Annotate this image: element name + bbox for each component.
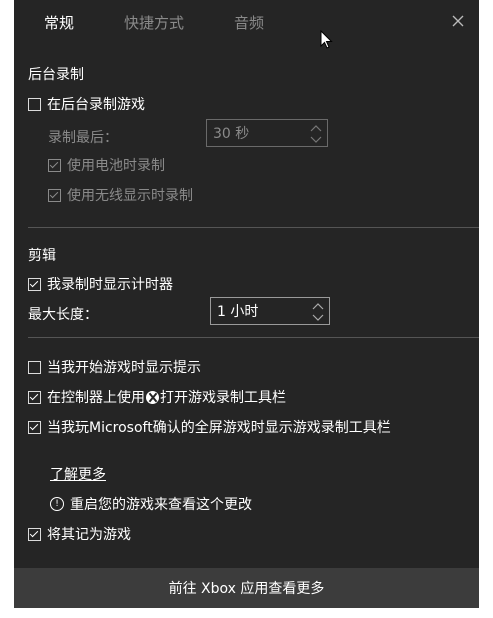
section-divider xyxy=(28,337,479,338)
checkbox[interactable] xyxy=(28,277,41,291)
show-timer-label: 我录制时显示计时器 xyxy=(47,277,173,293)
remember-as-game-option[interactable]: 将其记为游戏 xyxy=(28,524,131,544)
max-length-value: 1 小时 xyxy=(217,304,259,320)
restart-notice: ! 重启您的游戏来查看这个更改 xyxy=(50,494,252,514)
record-last-value: 30 秒 xyxy=(213,126,250,142)
tab-general[interactable]: 常规 xyxy=(44,12,74,33)
record-wireless-display-option: 使用无线显示时录制 xyxy=(48,185,193,205)
section-divider xyxy=(28,227,479,228)
tab-bar: 常规 快捷方式 音频 xyxy=(14,0,479,44)
tab-shortcuts[interactable]: 快捷方式 xyxy=(124,12,184,33)
controller-open-bar-label-pre: 在控制器上使用 xyxy=(47,390,145,406)
record-in-background-option[interactable]: 在后台录制游戏 xyxy=(28,94,145,114)
checkbox[interactable] xyxy=(28,97,41,111)
show-timer-option[interactable]: 我录制时显示计时器 xyxy=(28,274,173,294)
game-bar-settings-panel: 常规 快捷方式 音频 后台录制 在后台录制游戏 录制最后： 30 秒 使用电池时… xyxy=(14,0,479,608)
spinner-arrows-icon[interactable] xyxy=(311,300,325,324)
checkbox[interactable] xyxy=(28,527,41,541)
mouse-cursor-icon xyxy=(320,30,333,49)
fullscreen-bar-option[interactable]: 当我玩Microsoft确认的全屏游戏时显示游戏录制工具栏 xyxy=(28,417,391,437)
spinner-arrows-icon xyxy=(310,125,322,143)
record-last-label: 录制最后： xyxy=(48,130,118,146)
record-wireless-display-label: 使用无线显示时录制 xyxy=(67,188,193,204)
checkbox[interactable] xyxy=(28,390,41,404)
tab-audio[interactable]: 音频 xyxy=(234,12,264,33)
show-tips-label: 当我开始游戏时显示提示 xyxy=(47,360,201,376)
fullscreen-bar-label: 当我玩Microsoft确认的全屏游戏时显示游戏录制工具栏 xyxy=(47,420,391,436)
info-icon: ! xyxy=(50,497,64,511)
record-on-battery-option: 使用电池时录制 xyxy=(48,155,165,175)
checkbox xyxy=(48,158,61,172)
background-recording-heading: 后台录制 xyxy=(28,67,84,83)
open-xbox-app-button[interactable]: 前往 Xbox 应用查看更多 xyxy=(14,568,479,608)
show-tips-option[interactable]: 当我开始游戏时显示提示 xyxy=(28,357,201,377)
checkbox[interactable] xyxy=(28,420,41,434)
clips-heading: 剪辑 xyxy=(28,248,56,264)
max-length-label: 最大长度： xyxy=(28,307,98,323)
close-icon[interactable] xyxy=(449,12,467,30)
record-on-battery-label: 使用电池时录制 xyxy=(67,158,165,174)
restart-notice-text: 重启您的游戏来查看这个更改 xyxy=(70,497,252,513)
checkbox[interactable] xyxy=(28,360,41,374)
remember-as-game-label: 将其记为游戏 xyxy=(47,527,131,543)
xbox-logo-icon xyxy=(146,390,159,404)
controller-open-bar-label-post: 打开游戏录制工具栏 xyxy=(160,390,286,406)
record-last-spinner: 30 秒 xyxy=(206,119,328,147)
learn-more-link[interactable]: 了解更多 xyxy=(50,464,106,484)
record-in-background-label: 在后台录制游戏 xyxy=(47,97,145,113)
checkbox xyxy=(48,188,61,202)
controller-open-bar-option[interactable]: 在控制器上使用 打开游戏录制工具栏 xyxy=(28,387,286,407)
max-length-spinner[interactable]: 1 小时 xyxy=(210,297,330,325)
